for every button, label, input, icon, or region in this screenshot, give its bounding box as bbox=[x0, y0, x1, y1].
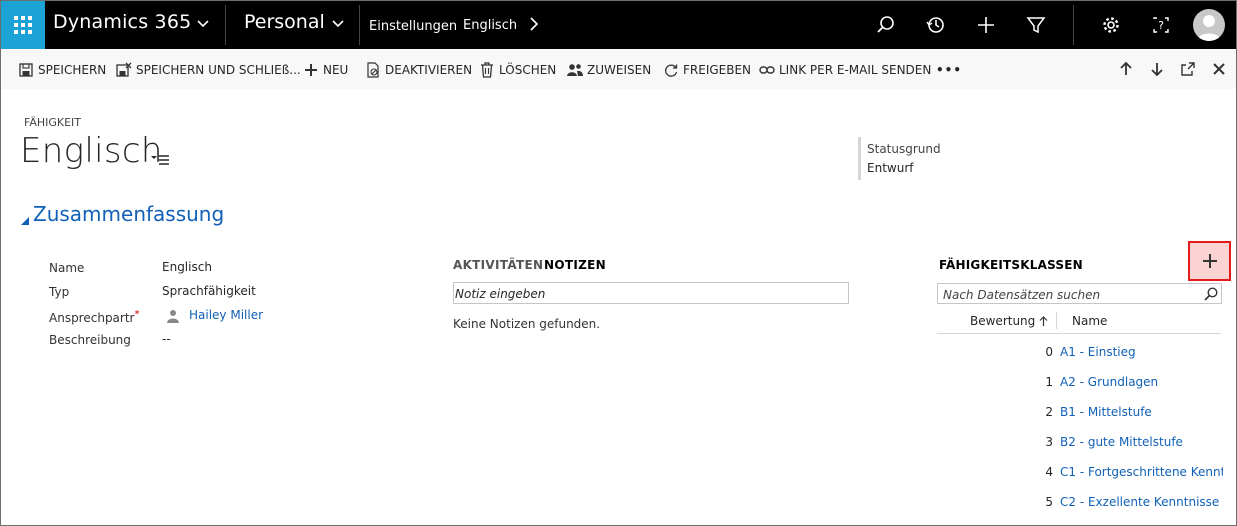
help-icon[interactable]: ? bbox=[1149, 13, 1173, 37]
notes-empty-message: Keine Notizen gefunden. bbox=[453, 317, 601, 331]
delete-button[interactable]: LÖSCHEN bbox=[479, 61, 556, 79]
tab-activities[interactable]: AKTIVITÄTEN bbox=[453, 258, 543, 272]
description-value[interactable]: -- bbox=[162, 332, 171, 346]
record-title: Englisch bbox=[20, 131, 163, 171]
share-icon bbox=[663, 62, 679, 78]
name-value[interactable]: Englisch bbox=[162, 260, 212, 274]
row-rating: 2 bbox=[1045, 405, 1053, 419]
app-window: Dynamics 365 Personal Einstellungen Engl… bbox=[0, 0, 1237, 526]
popout-icon[interactable] bbox=[1180, 61, 1196, 77]
row-rating: 5 bbox=[1045, 495, 1053, 509]
subgrid-title: FÄHIGKEITSKLASSEN bbox=[939, 258, 1083, 272]
divider bbox=[1073, 5, 1074, 45]
new-icon[interactable] bbox=[974, 13, 998, 37]
command-bar: SPEICHERN SPEICHERN UND SCHLIEß... NEU D… bbox=[1, 49, 1236, 89]
chevron-down-icon[interactable] bbox=[331, 15, 345, 33]
row-rating: 1 bbox=[1045, 375, 1053, 389]
row-rating: 3 bbox=[1045, 435, 1053, 449]
section-title[interactable]: Zusammenfassung bbox=[33, 202, 224, 226]
top-nav-bar: Dynamics 365 Personal Einstellungen Engl… bbox=[1, 1, 1236, 49]
row-name-link[interactable]: A2 - Grundlagen bbox=[1060, 375, 1223, 389]
chevron-right-icon[interactable] bbox=[529, 16, 541, 34]
deactivate-icon bbox=[365, 62, 381, 78]
svg-text:?: ? bbox=[1158, 19, 1164, 32]
status-divider bbox=[858, 137, 861, 180]
row-rating: 0 bbox=[1045, 345, 1053, 359]
app-title[interactable]: Personal bbox=[244, 11, 325, 33]
name-label: Name bbox=[49, 261, 85, 275]
trash-icon bbox=[479, 62, 495, 78]
save-close-label: SPEICHERN UND SCHLIEß... bbox=[136, 63, 301, 77]
recent-icon[interactable] bbox=[924, 13, 948, 37]
row-name-link[interactable]: B1 - Mittelstufe bbox=[1060, 405, 1223, 419]
more-commands-button[interactable]: ••• bbox=[936, 61, 962, 79]
contact-label-text: Ansprechpartr bbox=[49, 311, 135, 325]
header-divider bbox=[937, 333, 1221, 334]
contact-label: Ansprechpartr* bbox=[49, 309, 139, 325]
save-icon bbox=[18, 62, 34, 78]
row-name-link[interactable]: B2 - gute Mittelstufe bbox=[1060, 435, 1223, 449]
breadcrumb-record[interactable]: Englisch bbox=[463, 18, 517, 33]
save-close-icon bbox=[116, 62, 132, 78]
status-reason-value: Entwurf bbox=[867, 161, 914, 175]
brand-title[interactable]: Dynamics 365 bbox=[53, 11, 191, 33]
filter-icon[interactable] bbox=[1024, 13, 1048, 37]
form-selector-icon[interactable] bbox=[151, 151, 169, 165]
row-name-link[interactable]: C2 - Exzellente Kenntnisse bbox=[1060, 495, 1223, 509]
new-button[interactable]: NEU bbox=[303, 61, 348, 79]
column-header-rating[interactable]: Bewertung bbox=[970, 314, 1048, 328]
share-label: FREIGEBEN bbox=[683, 63, 752, 77]
new-label: NEU bbox=[323, 63, 349, 77]
gear-icon[interactable] bbox=[1099, 13, 1123, 37]
assign-icon bbox=[567, 62, 583, 78]
type-value[interactable]: Sprachfähigkeit bbox=[162, 284, 256, 298]
column-rating-label: Bewertung bbox=[970, 314, 1036, 328]
type-label: Typ bbox=[49, 285, 70, 299]
row-name-link[interactable]: A1 - Einstieg bbox=[1060, 345, 1223, 359]
row-name-link[interactable]: C1 - Fortgeschrittene Kenntnis bbox=[1060, 465, 1223, 479]
status-reason-label: Statusgrund bbox=[867, 142, 941, 156]
delete-label: LÖSCHEN bbox=[499, 63, 557, 77]
column-header-name[interactable]: Name bbox=[1072, 314, 1107, 328]
person-icon bbox=[167, 308, 179, 323]
required-marker: * bbox=[134, 309, 140, 320]
save-label: SPEICHERN bbox=[38, 63, 107, 77]
plus-icon bbox=[1202, 254, 1217, 268]
entity-type-label: FÄHIGKEIT bbox=[24, 116, 82, 129]
contact-link[interactable]: Hailey Miller bbox=[189, 308, 263, 322]
assign-label: ZUWEISEN bbox=[587, 63, 652, 77]
save-button[interactable]: SPEICHERN bbox=[18, 61, 106, 79]
email-link-label: LINK PER E-MAIL SENDEN bbox=[779, 63, 932, 77]
plus-icon bbox=[303, 62, 319, 78]
search-icon[interactable] bbox=[1204, 286, 1218, 301]
arrow-up-icon[interactable] bbox=[1118, 61, 1134, 77]
column-separator bbox=[1056, 312, 1057, 329]
share-button[interactable]: FREIGEBEN bbox=[663, 61, 751, 79]
close-icon[interactable] bbox=[1211, 61, 1227, 77]
tab-notes[interactable]: NOTIZEN bbox=[544, 258, 606, 272]
subgrid-search-input[interactable]: Nach Datensätzen suchen bbox=[937, 283, 1222, 304]
note-input[interactable]: Notiz eingeben bbox=[453, 282, 849, 304]
search-icon[interactable] bbox=[874, 13, 898, 37]
arrow-down-icon[interactable] bbox=[1149, 61, 1165, 77]
add-record-button[interactable] bbox=[1188, 241, 1231, 281]
breadcrumb-area[interactable]: Einstellungen bbox=[369, 19, 457, 34]
assign-button[interactable]: ZUWEISEN bbox=[567, 61, 651, 79]
email-link-button[interactable]: LINK PER E-MAIL SENDEN bbox=[759, 61, 931, 79]
chevron-down-icon[interactable] bbox=[196, 15, 210, 33]
sort-ascending-icon bbox=[1039, 315, 1048, 326]
collapse-caret-icon[interactable] bbox=[21, 210, 29, 225]
row-rating: 4 bbox=[1045, 465, 1053, 479]
deactivate-button[interactable]: DEAKTIVIEREN bbox=[365, 61, 472, 79]
divider bbox=[359, 5, 360, 45]
save-close-button[interactable]: SPEICHERN UND SCHLIEß... bbox=[116, 61, 301, 79]
app-launcher-icon[interactable] bbox=[1, 1, 45, 49]
user-avatar[interactable] bbox=[1193, 9, 1225, 41]
divider bbox=[225, 5, 226, 45]
link-icon bbox=[759, 62, 775, 78]
description-label: Beschreibung bbox=[49, 333, 131, 347]
deactivate-label: DEAKTIVIEREN bbox=[385, 63, 473, 77]
